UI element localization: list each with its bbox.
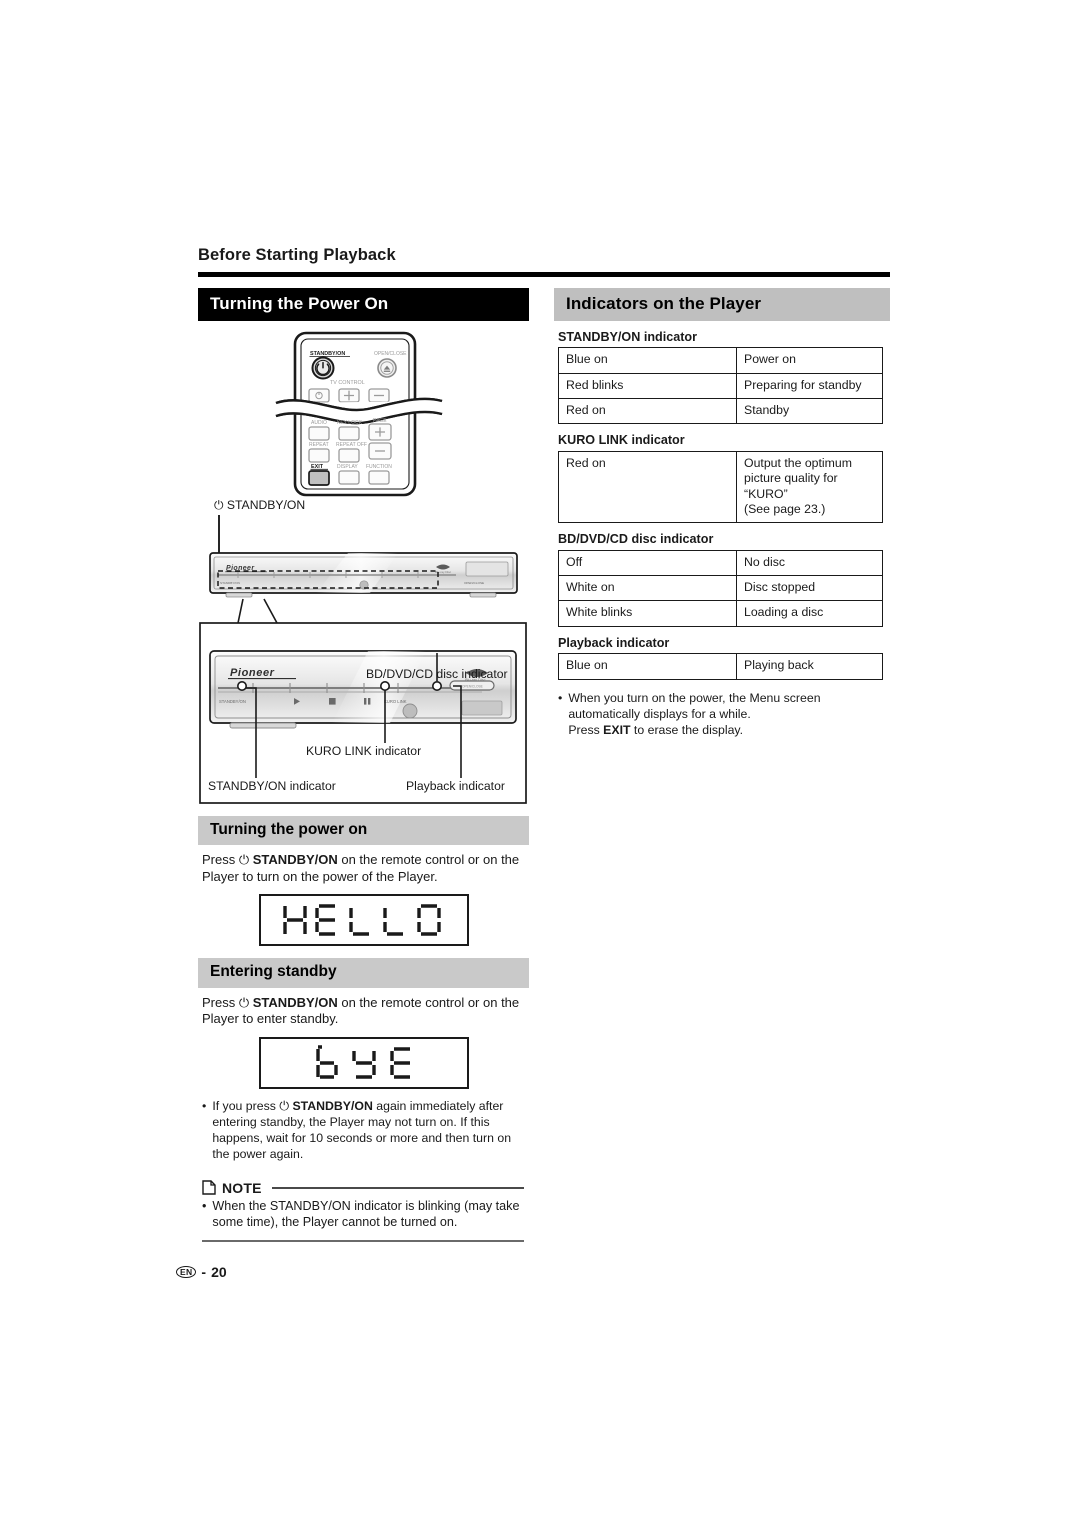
svg-text:OPEN/CLOSE: OPEN/CLOSE (464, 581, 484, 585)
bullet-dot: • (202, 1098, 207, 1113)
subsection-title-power-on: Turning the power on (198, 815, 529, 846)
svg-text:KEY LOCK: KEY LOCK (337, 420, 363, 426)
cell-meaning: Standby (736, 398, 883, 425)
svg-text:REPEAT OFF: REPEAT OFF (336, 442, 367, 448)
cell-meaning: Preparing for standby (736, 372, 883, 400)
svg-text:DISPLAY: DISPLAY (337, 464, 358, 470)
cell-state: White blinks (558, 600, 737, 627)
table-standby-on-indicator: Blue on Power on Red blinks Preparing fo… (558, 347, 883, 425)
svg-text:OPEN/CLOSE: OPEN/CLOSE (374, 351, 407, 357)
table-row: Red on Output the optimum picture qualit… (558, 450, 883, 524)
table-row: Red blinks Preparing for standby (558, 372, 883, 400)
subsection-title-entering-standby: Entering standby (198, 958, 529, 988)
menu-screen-text: When you turn on the power, the Menu scr… (568, 690, 821, 737)
standby-caution-bullet: • If you press ⏻ STANDBY/ON again immedi… (202, 1099, 529, 1163)
table-title-disc-indicator: BD/DVD/CD disc indicator (558, 532, 714, 547)
svg-text:OPEN/CLOSE: OPEN/CLOSE (462, 684, 483, 688)
table-row: Red on Standby (558, 398, 883, 425)
cell-state: Blue on (558, 347, 737, 374)
cell-meaning: Disc stopped (736, 575, 883, 602)
caption-disc-indicator: BD/DVD/CD disc indicator (366, 666, 508, 681)
header-rule (198, 272, 890, 277)
cell-state: Red on (558, 398, 737, 425)
note-body: • When the STANDBY/ON indicator is blink… (202, 1198, 524, 1231)
svg-text:Pioneer: Pioneer (230, 667, 275, 679)
table-title-kuro-link: KURO LINK indicator (558, 433, 685, 448)
svg-text:PAGE: PAGE (373, 418, 387, 424)
running-head: Before Starting Playback (198, 246, 396, 264)
table-disc-indicator: Off No disc White on Disc stopped White … (558, 549, 883, 627)
seven-segment-bye (315, 1045, 410, 1079)
section-title-indicators: Indicators on the Player (554, 288, 890, 321)
menu-screen-bullet: • When you turn on the power, the Menu s… (558, 691, 890, 739)
table-row: Blue on Power on (558, 347, 883, 374)
illustration-group: STANDBY/ON OPEN/CLOSE TV CONTROL AUDIO K… (198, 323, 529, 808)
caption-playback-indicator: Playback indicator (406, 778, 505, 793)
player-front-drawing: Pioneer Blu-ray Disc STANDBY/ON OPEN/CLO… (209, 514, 518, 624)
cell-state: Red on (558, 450, 737, 524)
caption-player-standby-on: ⏻ STANDBY/ON (214, 497, 306, 512)
lcd-display-bye (258, 1036, 469, 1089)
player-illustration-svg: STANDBY/ON OPEN/CLOSE TV CONTROL AUDIO K… (199, 331, 527, 804)
table-row: Blue on Playing back (558, 653, 883, 680)
note-header: NOTE (202, 1180, 524, 1196)
power-symbol-icon: ⏻ (279, 1098, 290, 1113)
note-rule (271, 1186, 524, 1189)
lcd-display-hello (258, 894, 469, 947)
cell-meaning: Playing back (736, 653, 883, 680)
standby-body: Press ⏻ STANDBY/ON on the remote control… (202, 994, 520, 1027)
cell-meaning: No disc (736, 549, 883, 577)
language-badge: EN (176, 1265, 197, 1279)
cell-meaning: Output the optimum picture quality for “… (736, 450, 883, 524)
table-row: Off No disc (558, 549, 883, 577)
svg-text:REPEAT: REPEAT (309, 442, 329, 448)
svg-text:FUNCTION: FUNCTION (366, 464, 392, 470)
table-playback-indicator: Blue on Playing back (558, 653, 883, 680)
seven-segment-hello (282, 904, 441, 937)
power-symbol-icon: ⏻ (214, 497, 224, 512)
standby-caution-text: If you press ⏻ STANDBY/ON again immediat… (212, 1098, 512, 1161)
svg-text:AUDIO: AUDIO (311, 420, 327, 426)
bullet-dot: • (202, 1198, 207, 1213)
manual-page: Before Starting Playback Turning the Pow… (0, 0, 1080, 1527)
bullet-dot: • (558, 690, 563, 705)
footer-separator: - (201, 1264, 207, 1280)
player-detail-callout: Pioneer Blu-ray Disc STANDBY/ON KURO LIN… (199, 621, 527, 804)
cell-state: Blue on (558, 653, 737, 680)
svg-text:STANDBY/ON: STANDBY/ON (220, 581, 240, 585)
table-title-standby-on: STANDBY/ON indicator (558, 329, 698, 344)
note-text: When the STANDBY/ON indicator is blinkin… (212, 1198, 520, 1230)
power-on-body: Press ⏻ STANDBY/ON on the remote control… (202, 852, 520, 884)
table-row: White blinks Loading a disc (558, 600, 883, 627)
cell-state: Red blinks (558, 372, 737, 400)
power-symbol-icon: ⏻ (238, 852, 250, 868)
note-bottom-rule (202, 1239, 524, 1242)
table-row: White on Disc stopped (558, 575, 883, 602)
power-symbol-icon: ⏻ (238, 994, 250, 1010)
section-title-turning-power-on: Turning the Power On (198, 288, 529, 321)
table-kuro-link-indicator: Red on Output the optimum picture qualit… (558, 450, 883, 524)
right-column: Indicators on the Player STANDBY/ON indi… (554, 288, 890, 739)
svg-text:STANDBY/ON: STANDBY/ON (219, 699, 246, 704)
lcd-bye-wrap (198, 1036, 529, 1089)
page-number: 20 (211, 1264, 227, 1280)
left-column: Turning the Power On STANDBY/ON OPEN/CLO… (198, 288, 529, 1242)
note-page-icon (202, 1180, 216, 1196)
table-title-playback-indicator: Playback indicator (558, 635, 670, 650)
note-label: NOTE (222, 1179, 262, 1196)
cell-meaning: Power on (736, 347, 883, 374)
svg-text:TV CONTROL: TV CONTROL (330, 380, 365, 386)
caption-kuro-link-indicator: KURO LINK indicator (306, 743, 422, 758)
note-block: NOTE • When the STANDBY/ON indicator is … (202, 1180, 524, 1242)
page-footer: EN - 20 (176, 1264, 227, 1280)
cell-meaning: Loading a disc (736, 600, 883, 627)
svg-text:KURO LINK: KURO LINK (384, 699, 407, 704)
lcd-hello-wrap (198, 894, 529, 947)
cell-state: Off (558, 549, 737, 577)
caption-standby-on-indicator: STANDBY/ON indicator (208, 778, 336, 793)
cell-state: White on (558, 575, 737, 602)
remote-control-drawing: STANDBY/ON OPEN/CLOSE TV CONTROL AUDIO K… (275, 331, 443, 497)
